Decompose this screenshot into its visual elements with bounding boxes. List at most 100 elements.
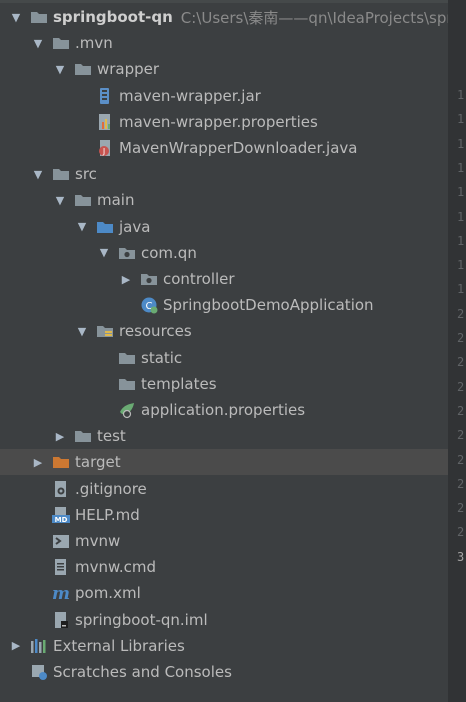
tree-item-label: MavenWrapperDownloader.java	[119, 139, 358, 157]
tree-item-mavenwrapperdownloader-java[interactable]: ▶JMavenWrapperDownloader.java	[0, 135, 448, 161]
collapse-arrow-icon[interactable]: ▼	[32, 161, 44, 187]
tree-item-label: HELP.md	[75, 505, 140, 524]
tree-item-label: Scratches and Consoles	[53, 663, 232, 681]
project-path: C:\Users\秦南——qn\IdeaProjects\spri	[180, 8, 448, 27]
tree-item-com-qn[interactable]: ▼ com.qn	[0, 240, 448, 266]
excluded-folder-icon	[52, 453, 70, 471]
tree-item-label: main	[97, 191, 135, 210]
package-icon	[118, 244, 136, 262]
folder-icon	[118, 349, 136, 367]
tree-item-root[interactable]: ▼ springboot-qn C:\Users\秦南——qn\IdeaProjec…	[0, 4, 448, 30]
line-number: 2	[457, 428, 465, 443]
tree-item-mvn[interactable]: ▼ .mvn	[0, 30, 448, 56]
tree-item-target[interactable]: ▶ target	[0, 449, 448, 476]
spring-properties-icon	[118, 401, 136, 419]
tree-item-java[interactable]: ▼ java	[0, 214, 448, 240]
tree-item-static[interactable]: ▶static	[0, 345, 448, 371]
folder-icon	[74, 191, 92, 209]
folder-icon	[52, 165, 70, 183]
tree-item-src[interactable]: ▼ src	[0, 161, 448, 187]
svg-text:J: J	[102, 147, 105, 156]
folder-icon	[74, 60, 92, 78]
collapse-arrow-icon[interactable]: ▼	[10, 4, 22, 30]
expand-arrow-icon[interactable]: ▶	[32, 449, 44, 475]
line-number: 2	[457, 306, 465, 321]
tree-item-label: External Libraries	[53, 636, 185, 655]
line-number: 1	[457, 88, 465, 102]
line-number: 2	[457, 379, 465, 394]
svg-text:MD: MD	[55, 516, 68, 524]
collapse-arrow-icon[interactable]: ▼	[76, 318, 88, 344]
tree-item-wrapper[interactable]: ▼ wrapper	[0, 56, 448, 82]
iml-file-icon	[52, 611, 70, 629]
tree-item-label: java	[119, 217, 151, 236]
folder-icon	[74, 427, 92, 445]
collapse-arrow-icon[interactable]: ▼	[54, 187, 66, 213]
tree-item-maven-wrapper-jar[interactable]: ▶maven-wrapper.jar	[0, 83, 448, 109]
line-number: 1	[457, 209, 465, 224]
jar-file-icon	[96, 87, 114, 105]
java-file-icon: J	[96, 139, 114, 157]
tree-item-test[interactable]: ▶ test	[0, 423, 448, 449]
tree-item-label: .mvn	[75, 34, 113, 53]
expand-arrow-icon[interactable]: ▶	[120, 266, 132, 292]
line-number: 1	[457, 282, 465, 297]
line-number: 1	[457, 112, 465, 127]
tree-item-springboot-qn-iml[interactable]: ▶springboot-qn.iml	[0, 607, 448, 633]
tree-item-label: mvnw	[75, 532, 121, 550]
tree-item-application-properties[interactable]: ▶application.properties	[0, 397, 448, 423]
shell-script-icon	[52, 532, 70, 550]
editor-gutter: 1 1 1 1 1 1 1 1 1 2 2 2 2 2 2 2 2 2 2 3	[448, 0, 466, 702]
tree-item-maven-wrapper-properties[interactable]: ▶maven-wrapper.properties	[0, 109, 448, 135]
tree-item-templates[interactable]: ▶templates	[0, 371, 448, 397]
tree-item-label: controller	[163, 270, 235, 288]
tree-item-external-libraries[interactable]: ▶ External Libraries	[0, 633, 448, 659]
tree-item-label: src	[75, 165, 97, 184]
line-number: 2	[457, 355, 465, 370]
tree-item-controller[interactable]: ▶ controller	[0, 266, 448, 292]
tree-item-gitignore[interactable]: ▶.gitignore	[0, 476, 448, 502]
line-number: 2	[457, 525, 465, 540]
tree-item-pom-xml[interactable]: ▶mpom.xml	[0, 580, 448, 606]
tree-item-label: test	[97, 427, 126, 446]
expand-arrow-icon[interactable]: ▶	[54, 423, 66, 449]
line-number: 2	[457, 331, 465, 345]
tree-item-mvnw[interactable]: ▶mvnw	[0, 528, 448, 554]
line-number: 1	[457, 136, 465, 151]
tree-item-resources[interactable]: ▼ resources	[0, 318, 448, 344]
line-number: 1	[457, 185, 465, 200]
tree-item-label: application.properties	[141, 401, 306, 419]
folder-icon	[30, 8, 48, 26]
folder-icon	[118, 375, 136, 393]
collapse-arrow-icon[interactable]: ▼	[54, 56, 66, 82]
collapse-arrow-icon[interactable]: ▼	[76, 214, 88, 240]
external-libraries-icon	[30, 637, 48, 655]
line-number: 3	[457, 549, 465, 564]
tree-item-help-md[interactable]: ▶MDHELP.md	[0, 502, 448, 528]
header-strip	[0, 0, 448, 3]
text-file-icon	[52, 558, 70, 576]
tree-item-label: target	[75, 453, 121, 472]
tree-item-scratches-and-consoles[interactable]: ▶Scratches and Consoles	[0, 659, 448, 685]
tree-item-label: static	[141, 348, 183, 367]
gitignore-file-icon	[52, 480, 70, 498]
tree-item-mvnw-cmd[interactable]: ▶mvnw.cmd	[0, 554, 448, 580]
tree-item-label: pom.xml	[75, 584, 141, 603]
resources-folder-icon	[96, 322, 114, 340]
tree-item-label: maven-wrapper.jar	[119, 86, 261, 105]
tree-item-label: com.qn	[141, 243, 197, 262]
line-number: 2	[457, 403, 465, 418]
maven-pom-icon: m	[52, 584, 70, 602]
collapse-arrow-icon[interactable]: ▼	[32, 30, 44, 56]
project-tree: ▼ springboot-qn C:\Users\秦南——qn\IdeaProjec…	[0, 0, 448, 702]
spring-boot-class-icon: C	[140, 296, 158, 314]
tree-item-label: maven-wrapper.properties	[119, 112, 318, 131]
folder-icon	[52, 34, 70, 52]
expand-arrow-icon[interactable]: ▶	[10, 633, 22, 659]
tree-item-label: resources	[119, 322, 192, 341]
tree-item-main[interactable]: ▼ main	[0, 187, 448, 213]
tree-item-springbootdemoapplication[interactable]: ▶CSpringbootDemoApplication	[0, 292, 448, 318]
line-number: 2	[457, 452, 465, 467]
collapse-arrow-icon[interactable]: ▼	[98, 240, 110, 266]
svg-text:m: m	[52, 584, 70, 602]
